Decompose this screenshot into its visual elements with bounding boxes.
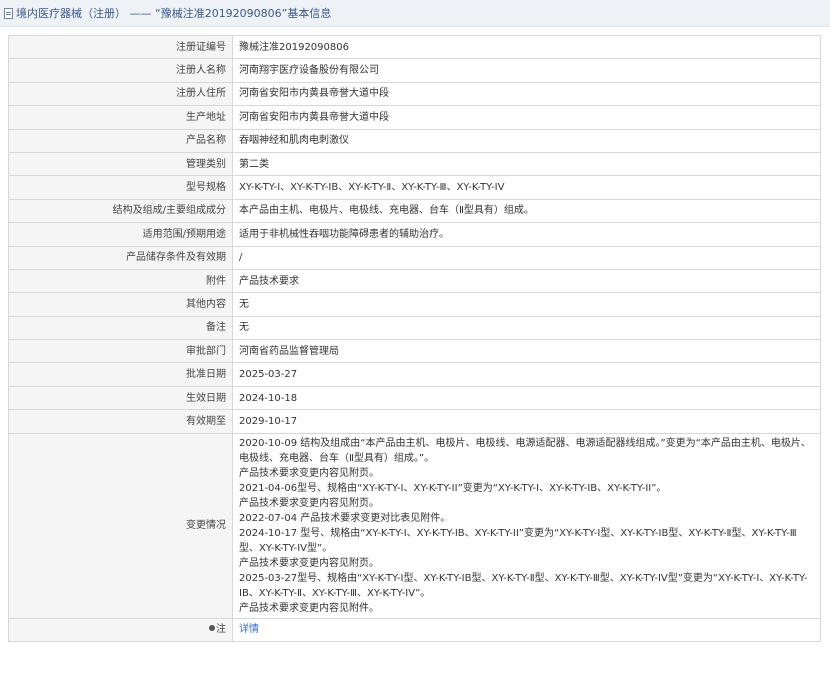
note-row: 注 详情 xyxy=(8,617,821,643)
pin-icon xyxy=(209,625,215,632)
change-entry: 2022-07-04 产品技术要求变更对比表见附件。 xyxy=(239,512,451,524)
field-label: 产品储存条件及有效期 xyxy=(8,245,233,270)
page-title-bar: 境内医疗器械（注册） —— “豫械注准20192090806”基本信息 xyxy=(0,0,830,27)
change-entry: 2025-03-27型号、规格由“XY-K-TY-Ⅰ型、XY-K-TY-ⅠB型、… xyxy=(239,572,808,599)
field-label: 审批部门 xyxy=(8,339,233,364)
field-value: 无 xyxy=(232,292,821,317)
field-label: 其他内容 xyxy=(8,292,233,317)
info-row: 附件 产品技术要求 xyxy=(8,268,821,294)
field-label: 管理类别 xyxy=(8,151,233,177)
details-link[interactable]: 详情 xyxy=(239,624,259,635)
change-history: 2020-10-09 结构及组成由“本产品由主机、电极片、电极线、电源适配器、电… xyxy=(232,432,821,619)
device-info-table: 注册证编号 豫械注准20192090806 注册人名称 河南翔宇医疗设备股份有限公司注… xyxy=(8,34,821,643)
info-row: 管理类别 第二类 xyxy=(8,151,821,177)
note-label-cell: 注 xyxy=(8,617,233,643)
field-value: 第二类 xyxy=(232,151,821,177)
info-row: 产品储存条件及有效期 / xyxy=(8,245,821,270)
field-label: 附件 xyxy=(8,268,233,294)
field-value: 吞咽神经和肌肉电刺激仪 xyxy=(232,128,821,153)
field-value: 河南翔宇医疗设备股份有限公司 xyxy=(232,58,821,83)
field-label: 型号规格 xyxy=(8,175,233,200)
change-entry: 2024-10-17 型号、规格由“XY-K-TY-I、XY-K-TY-IB、X… xyxy=(239,527,797,554)
field-value: 产品技术要求 xyxy=(232,268,821,294)
field-label: 结构及组成/主要组成成分 xyxy=(8,198,233,224)
info-row: 注册证编号 豫械注准20192090806 xyxy=(8,34,821,60)
field-value: 无 xyxy=(232,315,821,341)
field-value: 2025-03-27 xyxy=(232,362,821,387)
field-value: 2029-10-17 xyxy=(232,409,821,434)
change-history-row: 变更情况 2020-10-09 结构及组成由“本产品由主机、电极片、电极线、电源适… xyxy=(8,432,821,619)
document-icon xyxy=(4,7,13,19)
field-label: 变更情况 xyxy=(8,432,233,619)
change-entry: 产品技术要求变更内容见附页。 xyxy=(239,497,379,509)
field-label: 注册人住所 xyxy=(8,81,233,107)
field-label: 生产地址 xyxy=(8,105,233,130)
info-row: 生产地址 河南省安阳市内黄县帝誉大道中段 xyxy=(8,105,821,130)
info-row: 生效日期 2024-10-18 xyxy=(8,385,821,411)
field-value: / xyxy=(232,245,821,270)
field-label: 生效日期 xyxy=(8,385,233,411)
change-entry: 2020-10-09 结构及组成由“本产品由主机、电极片、电极线、电源适配器、电… xyxy=(239,437,811,464)
info-row: 结构及组成/主要组成成分 本产品由主机、电极片、电极线、充电器、台车（Ⅱ型具有）组… xyxy=(8,198,821,224)
field-value: 河南省药品监督管理局 xyxy=(232,339,821,364)
field-value: 本产品由主机、电极片、电极线、充电器、台车（Ⅱ型具有）组成。 xyxy=(232,198,821,224)
info-row: 适用范围/预期用途 适用于非机械性吞咽功能障碍患者的辅助治疗。 xyxy=(8,222,821,247)
field-value: 河南省安阳市内黄县帝誉大道中段 xyxy=(232,81,821,107)
field-value: 适用于非机械性吞咽功能障碍患者的辅助治疗。 xyxy=(232,222,821,247)
change-entry: 产品技术要求变更内容见附件。 xyxy=(239,602,379,614)
info-row: 备注无 xyxy=(8,315,821,341)
field-value: XY-K-TY-Ⅰ、XY-K-TY-ⅠB、XY-K-TY-Ⅱ、XY-K-TY-Ⅲ… xyxy=(232,175,821,200)
field-value: 河南省安阳市内黄县帝誉大道中段 xyxy=(232,105,821,130)
change-entry: 产品技术要求变更内容见附页。 xyxy=(239,467,379,479)
field-label: 备注 xyxy=(8,315,233,341)
field-value: 2024-10-18 xyxy=(232,385,821,411)
note-value: 详情 xyxy=(232,617,821,643)
page-title: 境内医疗器械（注册） —— “豫械注准20192090806”基本信息 xyxy=(16,7,332,20)
info-row: 注册人住所 河南省安阳市内黄县帝誉大道中段 xyxy=(8,81,821,107)
info-row: 其他内容无 xyxy=(8,292,821,317)
field-label: 有效期至 xyxy=(8,409,233,434)
change-entry: 产品技术要求变更内容见附页。 xyxy=(239,557,379,569)
change-entry: 2021-04-06型号、规格由“XY-K-TY-I、XY-K-TY-II”变更… xyxy=(239,482,667,494)
info-row: 产品名称 吞咽神经和肌肉电刺激仪 xyxy=(8,128,821,153)
field-label: 产品名称 xyxy=(8,128,233,153)
field-label: 批准日期 xyxy=(8,362,233,387)
info-row: 审批部门 河南省药品监督管理局 xyxy=(8,339,821,364)
field-label: 注册证编号 xyxy=(8,34,233,60)
field-label: 注册人名称 xyxy=(8,58,233,83)
info-row: 批准日期 2025-03-27 xyxy=(8,362,821,387)
field-value: 豫械注准20192090806 xyxy=(232,34,821,60)
field-label: 适用范围/预期用途 xyxy=(8,222,233,247)
info-row: 注册人名称 河南翔宇医疗设备股份有限公司 xyxy=(8,58,821,83)
info-row: 型号规格 XY-K-TY-Ⅰ、XY-K-TY-ⅠB、XY-K-TY-Ⅱ、XY-K-… xyxy=(8,175,821,200)
info-row: 有效期至 2029-10-17 xyxy=(8,409,821,434)
note-label: 注 xyxy=(216,624,226,636)
